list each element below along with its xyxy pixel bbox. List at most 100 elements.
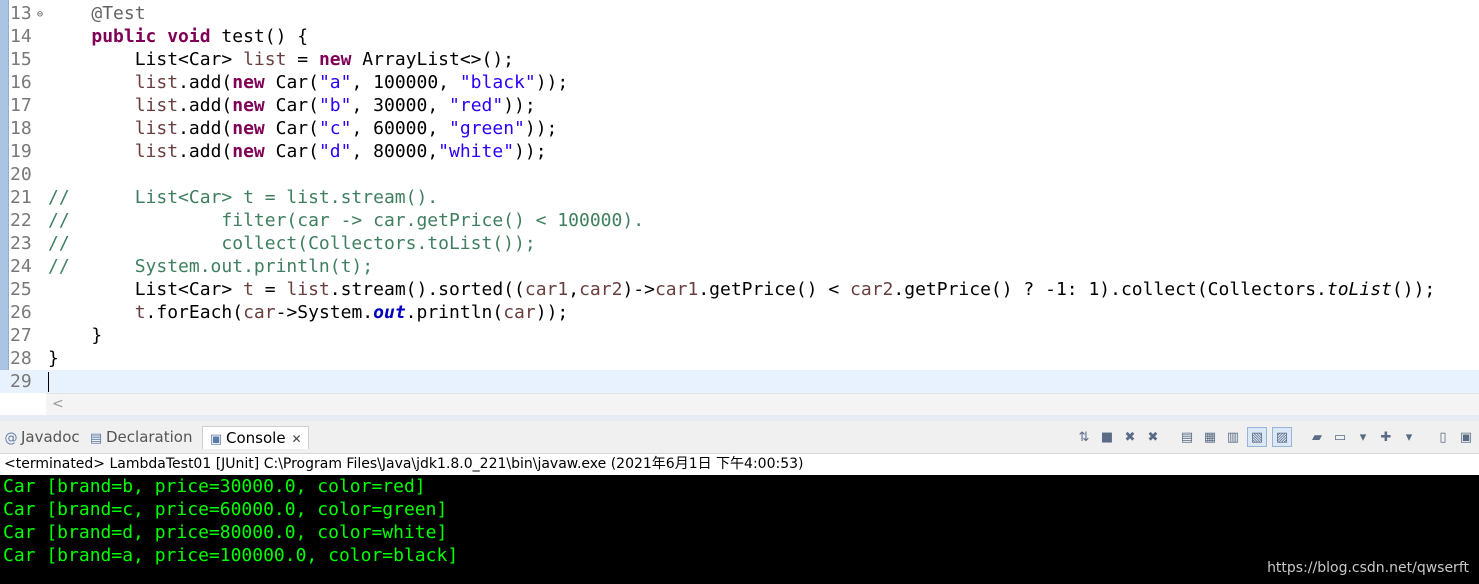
scroll-lock-icon[interactable]: ▤ bbox=[1178, 428, 1196, 446]
terminate-icon[interactable]: ■ bbox=[1098, 428, 1116, 446]
line-number: 16 bbox=[10, 72, 32, 93]
code-token: "red" bbox=[449, 95, 504, 116]
console-output[interactable]: Car [brand=b, price=30000.0, color=red] C… bbox=[0, 475, 1479, 584]
console-tab-bar: @ Javadoc ▤ Declaration ▣ Console ✕ ⇅ ■ ✖ ✖ ▤ ▦ ▥ ▧ ▨ ▰… bbox=[0, 421, 1479, 454]
code-line[interactable]: 17 list.add(new Car("b", 30000, "red")); bbox=[0, 94, 1479, 117]
tab-console[interactable]: ▣ Console ✕ bbox=[202, 426, 309, 449]
code-token: ->System. bbox=[275, 302, 374, 323]
word-wrap-icon[interactable]: ▦ bbox=[1201, 428, 1219, 446]
tab-label: Declaration bbox=[106, 428, 193, 446]
code-text: t.forEach(car->System.out.println(car)); bbox=[48, 301, 569, 324]
code-token: )); bbox=[535, 302, 569, 323]
show-on-stderr-icon[interactable]: ▨ bbox=[1272, 427, 1292, 447]
code-line[interactable]: 29 bbox=[0, 370, 1479, 393]
maximize-icon[interactable]: ▣ bbox=[1457, 428, 1475, 446]
code-text: } bbox=[48, 324, 102, 347]
console-status-line: <terminated> LambdaTest01 [JUnit] C:\Pro… bbox=[0, 454, 1479, 474]
code-line[interactable]: 16 list.add(new Car("a", 100000, "black"… bbox=[0, 71, 1479, 94]
open-console-icon[interactable]: ✚ bbox=[1377, 428, 1395, 446]
code-token: car1 bbox=[524, 279, 569, 300]
code-token: t bbox=[134, 302, 146, 323]
code-line[interactable]: 22 // filter(car -> car.getPrice() < 1000… bbox=[0, 209, 1479, 232]
code-line[interactable]: 24 // System.out.println(t); bbox=[0, 255, 1479, 278]
code-token: new bbox=[232, 141, 265, 162]
code-line[interactable]: 20 bbox=[0, 163, 1479, 186]
clear-console-icon[interactable]: ▥ bbox=[1224, 428, 1242, 446]
code-token: )); bbox=[535, 72, 569, 93]
code-token: "white" bbox=[438, 141, 515, 162]
show-on-stdout-icon[interactable]: ▧ bbox=[1247, 427, 1267, 447]
open-console-menu-icon[interactable]: ▾ bbox=[1400, 428, 1418, 446]
code-token: // List<Car> t = list.stream(). bbox=[48, 187, 439, 208]
code-token: Car( bbox=[264, 95, 319, 116]
code-line[interactable]: 28} bbox=[0, 347, 1479, 370]
code-token: car1 bbox=[654, 279, 699, 300]
code-token: test() { bbox=[210, 26, 309, 47]
code-text: // collect(Collectors.toList()); bbox=[48, 232, 536, 255]
code-line[interactable]: 15 List<Car> list = new ArrayList<>(); bbox=[0, 48, 1479, 71]
code-text: // filter(car -> car.getPrice() < 100000… bbox=[48, 209, 644, 232]
code-token: new bbox=[232, 72, 265, 93]
code-line[interactable]: 26 t.forEach(car->System.out.println(car… bbox=[0, 301, 1479, 324]
line-number: 24 bbox=[10, 256, 32, 277]
code-token: = bbox=[286, 49, 319, 70]
code-token: List<Car> bbox=[48, 49, 244, 70]
tab-label: Console bbox=[226, 429, 286, 447]
close-icon[interactable]: ✕ bbox=[292, 432, 302, 446]
code-line[interactable]: 23 // collect(Collectors.toList()); bbox=[0, 232, 1479, 255]
code-token: ArrayList<>(); bbox=[351, 49, 515, 70]
code-token: "a" bbox=[318, 72, 352, 93]
code-token: .add( bbox=[178, 141, 233, 162]
code-token: Car( bbox=[264, 72, 319, 93]
code-token: // collect(Collectors.toList()); bbox=[48, 233, 536, 254]
line-number: 14 bbox=[10, 26, 32, 47]
line-number: 15 bbox=[10, 49, 32, 70]
code-line[interactable]: 14 public void test() { bbox=[0, 25, 1479, 48]
code-token: , bbox=[568, 279, 580, 300]
code-token: .forEach( bbox=[145, 302, 244, 323]
toolbar-separator bbox=[1167, 428, 1173, 446]
tab-javadoc[interactable]: @ Javadoc bbox=[4, 426, 80, 448]
code-token: out bbox=[373, 302, 406, 323]
scroll-left-icon[interactable]: < bbox=[52, 396, 64, 412]
watermark: https://blog.csdn.net/qwserft bbox=[1267, 560, 1469, 576]
code-token: , 80000, bbox=[351, 141, 439, 162]
remove-all-terminated-icon[interactable]: ✖ bbox=[1144, 428, 1162, 446]
pin-console-icon[interactable]: ⇅ bbox=[1075, 428, 1093, 446]
code-line[interactable]: 25 List<Car> t = list.stream().sorted((c… bbox=[0, 278, 1479, 301]
horizontal-scrollbar[interactable]: < bbox=[46, 393, 1479, 415]
console-icon: ▣ bbox=[209, 432, 223, 447]
code-token: car2 bbox=[579, 279, 623, 300]
tab-declaration[interactable]: ▤ Declaration bbox=[89, 426, 193, 448]
code-token: .getPrice() ? -1: 1).collect(Collectors. bbox=[893, 279, 1327, 300]
pin-icon[interactable]: ▰ bbox=[1308, 428, 1326, 446]
code-editor[interactable]: 13 ⊖ @Test 14 public void test() {15 List<… bbox=[0, 0, 1479, 415]
code-line[interactable]: 21 // List<Car> t = list.stream(). bbox=[0, 186, 1479, 209]
code-token: t bbox=[243, 279, 254, 300]
code-token: public void bbox=[91, 26, 211, 47]
code-token: } bbox=[48, 348, 59, 369]
declaration-icon: ▤ bbox=[89, 431, 103, 446]
toolbar-separator bbox=[1297, 428, 1303, 446]
fold-toggle-icon[interactable]: ⊖ bbox=[37, 3, 43, 26]
remove-launch-icon[interactable]: ✖ bbox=[1121, 428, 1139, 446]
code-token: // filter(car -> car.getPrice() < 100000… bbox=[48, 210, 645, 231]
console-toolbar: ⇅ ■ ✖ ✖ ▤ ▦ ▥ ▧ ▨ ▰ ▭ ▾ ✚ ▾ ▯ ▣ bbox=[1075, 426, 1475, 448]
console-output-line: Car [brand=a, price=100000.0, color=blac… bbox=[3, 545, 459, 566]
minimize-icon[interactable]: ▯ bbox=[1434, 428, 1452, 446]
display-console-menu-icon[interactable]: ▾ bbox=[1354, 428, 1372, 446]
javadoc-icon: @ bbox=[4, 431, 18, 446]
console-output-line: Car [brand=d, price=80000.0, color=white… bbox=[3, 522, 448, 543]
code-token: , 30000, bbox=[351, 95, 450, 116]
code-text: // List<Car> t = list.stream(). bbox=[48, 186, 438, 209]
line-number: 17 bbox=[10, 95, 32, 116]
code-text: @Test bbox=[48, 2, 145, 25]
display-console-icon[interactable]: ▭ bbox=[1331, 428, 1349, 446]
code-line[interactable]: 19 list.add(new Car("d", 80000,"white"))… bbox=[0, 140, 1479, 163]
code-line[interactable]: 27 } bbox=[0, 324, 1479, 347]
code-line[interactable]: 18 list.add(new Car("c", 60000, "green")… bbox=[0, 117, 1479, 140]
code-line[interactable]: 13 ⊖ @Test bbox=[0, 2, 1479, 25]
